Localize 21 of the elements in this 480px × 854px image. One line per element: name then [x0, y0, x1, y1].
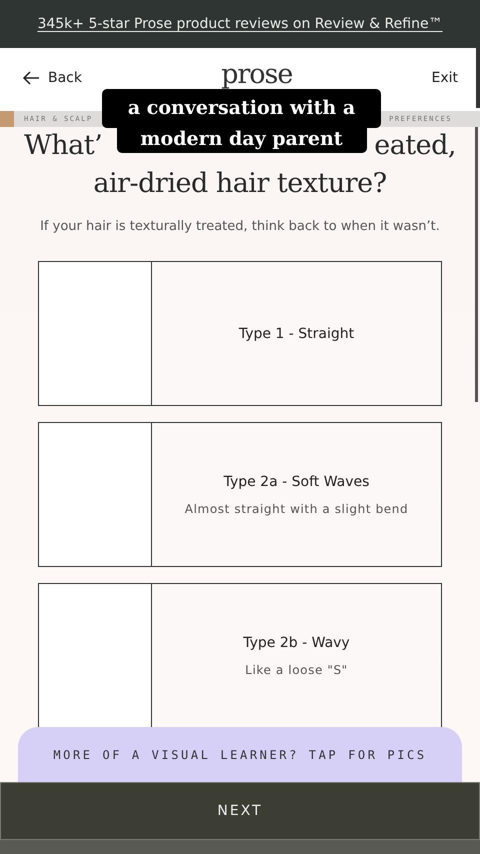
back-button[interactable]: Back	[22, 70, 82, 86]
question-title: What’	[24, 129, 102, 163]
caption-overlay: modern day parent	[116, 128, 366, 153]
next-button[interactable]: NEXT	[0, 782, 480, 840]
option-title: Type 1 - Straight	[238, 326, 354, 342]
logo: prose	[221, 58, 292, 90]
question-title: eated,	[374, 129, 456, 163]
question-hint: If your hair is texturally treated, think back to when it wasn’t.	[40, 219, 440, 234]
question-title: air-dried hair texture?	[93, 167, 387, 201]
exit-button[interactable]: Exit	[431, 70, 458, 86]
back-arrow-icon	[22, 71, 40, 85]
caption-overlay: a conversation with a	[102, 89, 381, 128]
option-card[interactable]: Type 2b - Wavy Like a loose "S"	[38, 583, 442, 728]
option-description: Like a loose "S"	[245, 662, 348, 676]
option-card[interactable]: Type 1 - Straight	[38, 261, 442, 406]
option-title: Type 2b - Wavy	[243, 634, 350, 650]
option-card[interactable]: Type 2a - Soft Waves Almost straight with a slight bend	[38, 422, 442, 567]
option-description: Almost straight with a slight bend	[184, 502, 408, 516]
reviews-link[interactable]: 345k+ 5-star Prose product reviews on Review & Refine™	[37, 16, 443, 32]
option-title: Type 2a - Soft Waves	[224, 474, 370, 490]
visual-pics-button[interactable]: MORE OF A VISUAL LEARNER? TAP FOR PICS	[18, 727, 462, 782]
